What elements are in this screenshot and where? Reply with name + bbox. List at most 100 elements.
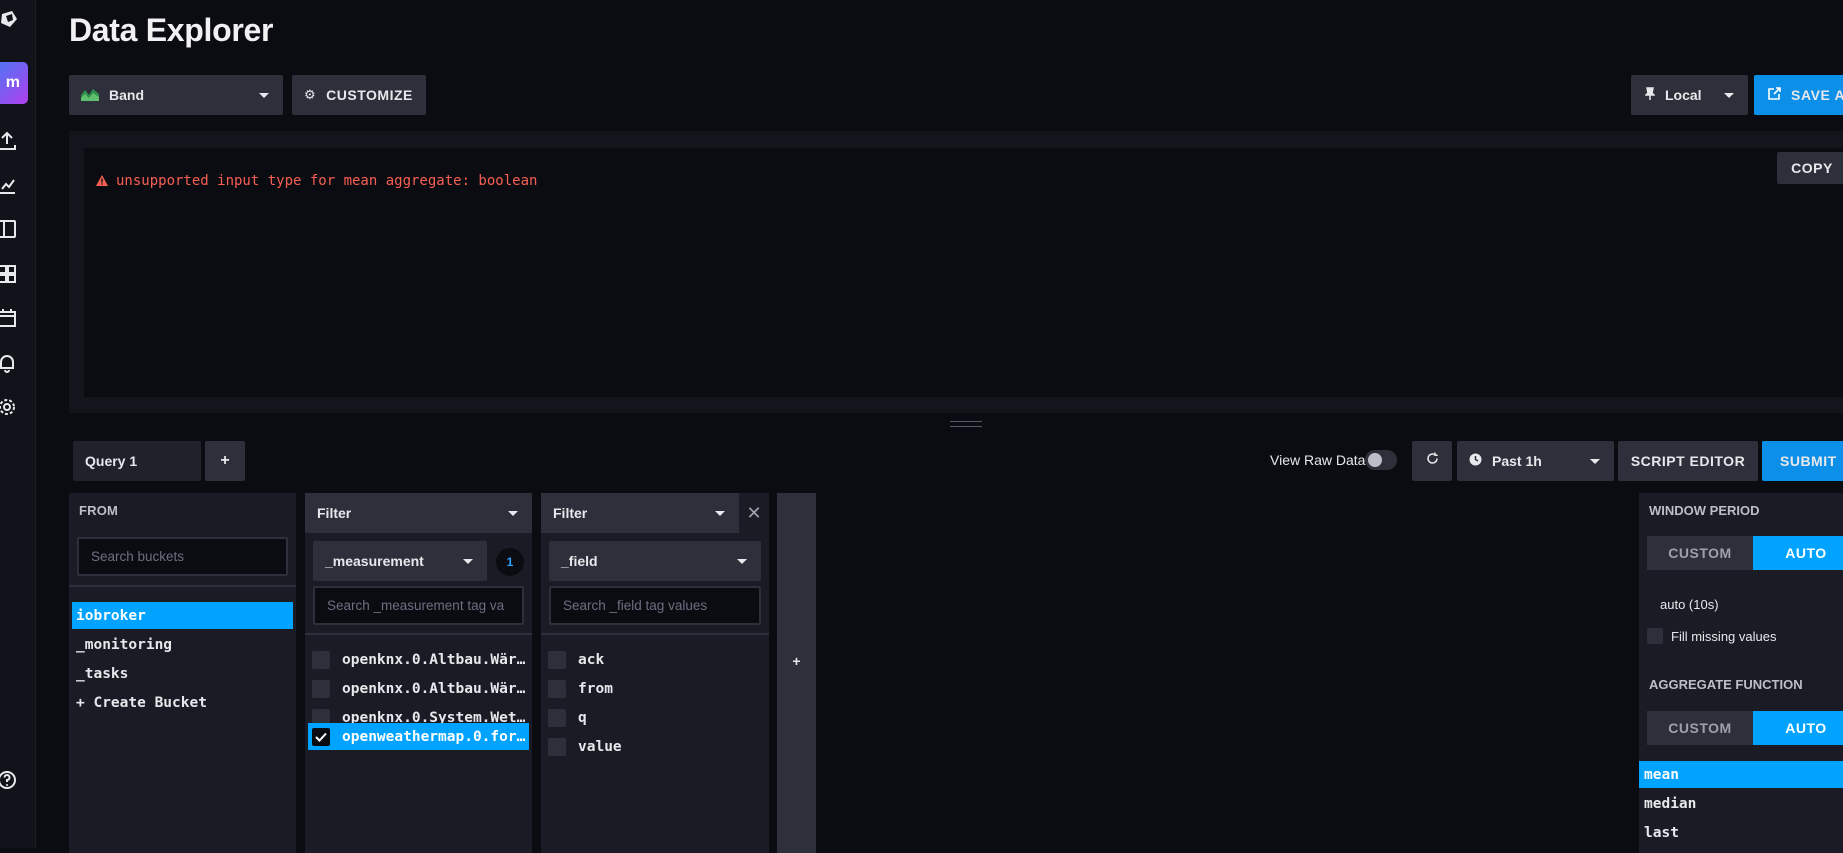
help-icon[interactable] <box>0 769 18 791</box>
bucket-search-input[interactable]: Search buckets <box>77 537 288 576</box>
warning-icon <box>96 173 108 189</box>
graph-icon[interactable] <box>0 174 18 196</box>
aggregate-function-toggle: CUSTOM AUTO <box>1647 711 1843 745</box>
aggregate-auto-button[interactable]: AUTO <box>1753 711 1843 745</box>
aggregate-function-heading: AGGREGATE FUNCTION <box>1649 677 1803 692</box>
bucket-item[interactable]: _tasks <box>72 660 293 687</box>
checkbox[interactable] <box>548 737 566 756</box>
bucket-item[interactable]: iobroker <box>72 602 293 629</box>
upload-icon[interactable] <box>0 130 18 152</box>
gear-icon[interactable] <box>0 396 18 418</box>
chevron-down-icon <box>1590 459 1600 464</box>
gear-icon: ⚙ <box>304 87 317 102</box>
time-range-dropdown[interactable]: Past 1h <box>1457 441 1614 481</box>
visualization-type-dropdown[interactable]: Band <box>69 75 283 115</box>
fill-missing-checkbox[interactable] <box>1647 628 1663 644</box>
script-editor-button[interactable]: SCRIPT EDITOR <box>1618 441 1758 481</box>
resize-handle[interactable] <box>950 421 982 427</box>
tag-key-label: _field <box>561 553 598 569</box>
checkbox-checked[interactable] <box>312 727 330 746</box>
pin-icon <box>1644 86 1656 104</box>
list-item-label: openknx.0.Altbau.Wärmepumpe.Rücklauf <box>342 680 529 697</box>
aggregate-custom-button[interactable]: CUSTOM <box>1647 711 1753 745</box>
org-avatar[interactable]: m <box>0 62 28 104</box>
timezone-dropdown[interactable]: Local <box>1631 75 1748 115</box>
list-item[interactable]: openweathermap.0.forecast.current <box>308 723 529 750</box>
list-item[interactable]: from <box>544 675 765 702</box>
book-icon[interactable] <box>0 218 18 240</box>
filter-label: Filter <box>317 505 352 521</box>
list-item[interactable]: value <box>544 733 765 760</box>
from-heading: FROM <box>79 503 119 518</box>
field-search-input[interactable]: Search _field tag values <box>549 586 761 625</box>
list-item-label: from <box>578 680 613 697</box>
window-period-toggle: CUSTOM AUTO <box>1647 536 1843 570</box>
copy-button[interactable]: COPY <box>1777 152 1843 184</box>
checkmark-icon <box>315 732 327 742</box>
checkbox[interactable] <box>548 650 566 669</box>
checkbox[interactable] <box>548 679 566 698</box>
timezone-label: Local <box>1665 87 1702 103</box>
clock-icon <box>1469 453 1482 469</box>
checkbox[interactable] <box>548 708 566 727</box>
list-item[interactable]: ack <box>544 646 765 673</box>
list-item[interactable]: openknx.0.Altbau.Wärmepumpe.Rücklauf <box>308 675 529 702</box>
window-period-value: auto (10s) <box>1660 597 1719 612</box>
selected-count-badge: 1 <box>496 548 524 576</box>
export-icon <box>1768 87 1781 103</box>
bucket-item[interactable]: _monitoring <box>72 631 293 658</box>
measurement-filter-panel: Filter _measurement 1 Search _measuremen… <box>305 493 532 853</box>
bell-icon[interactable] <box>0 352 18 374</box>
save-as-button[interactable]: SAVE A <box>1754 75 1843 115</box>
window-period-auto-button[interactable]: AUTO <box>1753 536 1843 570</box>
left-nav: m <box>0 0 36 848</box>
customize-button[interactable]: ⚙ CUSTOMIZE <box>292 75 426 115</box>
filter-function-dropdown[interactable]: Filter <box>541 493 739 533</box>
influx-logo-icon[interactable] <box>0 10 18 28</box>
tab-query-1[interactable]: Query 1 <box>73 441 201 481</box>
view-raw-data-label: View Raw Data <box>1270 452 1366 468</box>
measurement-search-input[interactable]: Search _measurement tag va <box>313 586 524 625</box>
save-as-label: SAVE A <box>1791 87 1843 103</box>
refresh-button[interactable] <box>1412 441 1452 481</box>
submit-button[interactable]: SUBMIT <box>1762 441 1843 481</box>
error-message: unsupported input type for mean aggregat… <box>96 173 537 189</box>
add-filter-label: + <box>792 653 801 669</box>
checkbox[interactable] <box>312 650 330 669</box>
band-graph-icon <box>81 87 99 104</box>
filter-function-dropdown[interactable]: Filter <box>305 493 532 533</box>
list-item-label: q <box>578 709 587 726</box>
aggregate-function-item[interactable]: mean <box>1639 761 1843 788</box>
window-period-heading: WINDOW PERIOD <box>1649 503 1760 518</box>
aggregate-function-item[interactable]: last <box>1639 819 1843 846</box>
refresh-icon <box>1426 452 1439 470</box>
field-filter-panel: Filter ✕ _field Search _field tag values… <box>541 493 769 853</box>
window-period-custom-button[interactable]: CUSTOM <box>1647 536 1753 570</box>
close-icon[interactable]: ✕ <box>739 493 769 533</box>
calendar-icon[interactable] <box>0 307 18 329</box>
chevron-down-icon <box>715 511 725 516</box>
divider <box>541 633 769 635</box>
customize-label: CUSTOMIZE <box>326 87 413 103</box>
tag-key-dropdown[interactable]: _measurement <box>313 541 487 581</box>
view-raw-data-toggle[interactable] <box>1365 450 1397 470</box>
aggregate-function-item[interactable]: median <box>1639 790 1843 817</box>
checkbox[interactable] <box>312 679 330 698</box>
from-panel: FROM Search buckets iobroker _monitoring… <box>69 493 296 853</box>
tag-key-dropdown[interactable]: _field <box>549 541 761 581</box>
dashboards-icon[interactable] <box>0 263 18 285</box>
add-query-button[interactable]: + <box>205 441 245 481</box>
page-title: Data Explorer <box>69 12 274 48</box>
chevron-down-icon <box>463 559 473 564</box>
add-filter-button[interactable]: + <box>777 493 816 853</box>
fill-missing-row[interactable]: Fill missing values <box>1647 628 1776 644</box>
list-item[interactable]: q <box>544 704 765 731</box>
list-item[interactable]: openknx.0.Altbau.Wärmepumpe.Vorlauf <box>308 646 529 673</box>
list-item-label: openknx.0.Altbau.Wärmepumpe.Vorlauf <box>342 651 529 668</box>
create-bucket-link[interactable]: + Create Bucket <box>72 689 293 716</box>
chevron-down-icon <box>1724 93 1734 98</box>
list-item-label: openweathermap.0.forecast.current <box>342 728 529 745</box>
chevron-down-icon <box>259 93 269 98</box>
tag-key-label: _measurement <box>325 553 424 569</box>
chevron-down-icon <box>508 511 518 516</box>
